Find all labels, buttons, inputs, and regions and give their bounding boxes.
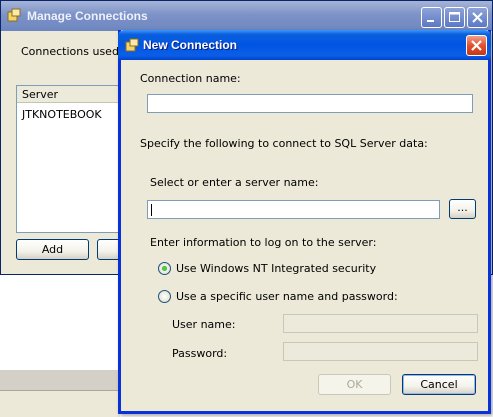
maximize-icon [449, 12, 460, 22]
manage-connections-title: Manage Connections [27, 9, 148, 23]
close-icon [471, 40, 482, 51]
radio-selected-dot [162, 266, 167, 271]
background-statusbar [0, 390, 120, 417]
background-panel [0, 370, 120, 390]
maximize-button[interactable] [444, 7, 465, 28]
new-connection-title-bar[interactable]: New Connection [118, 30, 491, 60]
minimize-icon [427, 20, 434, 22]
radio-specific-user[interactable] [158, 290, 171, 303]
browse-servers-button[interactable]: ... [449, 199, 476, 219]
instructions-text: Specify the following to connect to SQL … [140, 137, 428, 150]
minimize-button[interactable] [421, 7, 442, 28]
connection-name-label: Connection name: [140, 72, 241, 85]
cancel-button[interactable]: Cancel [402, 374, 476, 395]
password-input[interactable] [283, 342, 478, 361]
connections-list[interactable]: Server JTKNOTEBOOK [16, 85, 134, 233]
list-header-label: Server [22, 88, 59, 101]
connections-used-label: Connections used in [21, 45, 133, 58]
logon-info-label: Enter information to log on to the serve… [150, 236, 377, 249]
username-input[interactable] [283, 314, 478, 333]
server-name-label: Select or enter a server name: [150, 176, 319, 189]
close-button-bg[interactable] [467, 7, 488, 28]
username-label: User name: [172, 318, 236, 331]
close-button[interactable] [466, 35, 487, 56]
dialog-app-icon [125, 38, 139, 52]
text-caret [151, 204, 152, 216]
server-name-input[interactable] [147, 200, 440, 219]
list-item[interactable]: JTKNOTEBOOK [22, 108, 102, 121]
app-icon [7, 8, 21, 22]
close-icon [472, 12, 483, 23]
manage-connections-title-bar[interactable]: Manage Connections [1, 1, 492, 31]
ok-button[interactable]: OK [318, 374, 391, 395]
radio-nt-security[interactable] [158, 262, 171, 275]
password-label: Password: [172, 347, 228, 360]
radio-nt-security-label[interactable]: Use Windows NT Integrated security [176, 262, 376, 275]
new-connection-dialog: New Connection Connection name: Specify … [118, 30, 491, 414]
radio-specific-user-label[interactable]: Use a specific user name and password: [176, 290, 398, 303]
add-button[interactable]: Add [16, 239, 89, 260]
connection-name-input[interactable] [147, 94, 473, 113]
list-header-server[interactable]: Server [17, 86, 133, 103]
dialog-title: New Connection [143, 38, 238, 52]
